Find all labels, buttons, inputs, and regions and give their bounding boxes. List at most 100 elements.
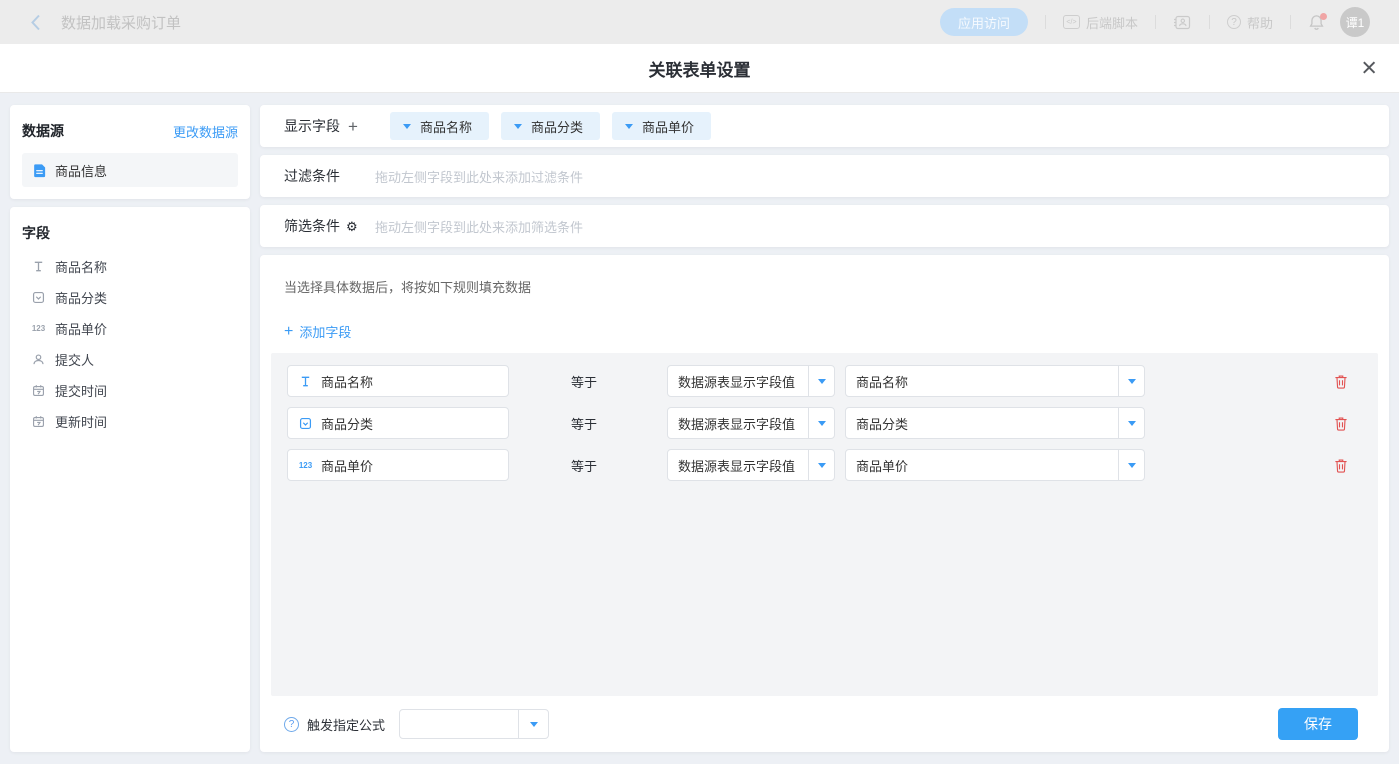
field-item-update-time[interactable]: 更新时间 — [22, 406, 238, 437]
field-item-product-name[interactable]: 商品名称 — [22, 251, 238, 282]
filter-dropzone[interactable]: 拖动左侧字段到此处来添加过滤条件 — [375, 167, 583, 186]
modal-body: 数据源 更改数据源 商品信息 字段 商品名称 — [0, 93, 1399, 764]
rule-source-select[interactable]: 数据源表显示字段值 — [667, 449, 835, 481]
display-field-tags: 商品名称 商品分类 商品单价 — [390, 112, 711, 140]
help-circle-icon[interactable]: ? — [284, 717, 299, 732]
rule-value-select[interactable]: 商品分类 — [845, 407, 1145, 439]
fields-card: 字段 商品名称 商品分类 123 商品单价 — [10, 207, 250, 752]
rule-source-select[interactable]: 数据源表显示字段值 — [667, 407, 835, 439]
datasource-item[interactable]: 商品信息 — [22, 153, 238, 187]
field-item-label: 提交时间 — [55, 381, 107, 400]
datasource-card-head: 数据源 更改数据源 — [22, 121, 238, 141]
caret-down-icon — [808, 366, 834, 396]
display-fields-label-wrap: 显示字段 + — [284, 116, 375, 136]
add-display-field-button[interactable]: + — [348, 118, 358, 135]
rule-operator: 等于 — [571, 372, 611, 391]
modal-header: 关联表单设置 × — [0, 44, 1399, 93]
display-field-tag[interactable]: 商品分类 — [501, 112, 600, 140]
backend-script-label: 后端脚本 — [1086, 13, 1138, 32]
sift-label-wrap: 筛选条件 ⚙ — [284, 216, 375, 236]
rule-value-value: 商品单价 — [846, 456, 1118, 475]
field-item-label: 更新时间 — [55, 412, 107, 431]
fields-title: 字段 — [22, 223, 238, 243]
display-fields-row: 显示字段 + 商品名称 商品分类 — [260, 105, 1389, 147]
date-icon — [31, 415, 46, 428]
rule-field-box[interactable]: 商品名称 — [287, 365, 509, 397]
contact-card-icon — [1173, 14, 1192, 31]
field-item-product-category[interactable]: 商品分类 — [22, 282, 238, 313]
caret-down-icon — [1118, 450, 1144, 480]
avatar[interactable]: 谭1 — [1340, 7, 1370, 37]
date-icon — [31, 384, 46, 397]
delete-rule-icon[interactable] — [1334, 458, 1348, 473]
rule-value-value: 商品名称 — [846, 372, 1118, 391]
divider — [1045, 15, 1046, 29]
rule-field-box[interactable]: 123 商品单价 — [287, 449, 509, 481]
user-icon — [31, 353, 46, 366]
help-button[interactable]: ? 帮助 — [1227, 13, 1273, 32]
backend-script-button[interactable]: </> 后端脚本 — [1063, 13, 1138, 32]
select-icon — [31, 291, 46, 304]
notification-dot — [1320, 13, 1327, 20]
caret-down-icon — [514, 124, 522, 129]
display-field-tag[interactable]: 商品名称 — [390, 112, 489, 140]
field-list: 商品名称 商品分类 123 商品单价 提交人 — [22, 251, 238, 437]
delete-rule-icon[interactable] — [1334, 416, 1348, 431]
close-icon[interactable]: × — [1361, 55, 1377, 82]
app-access-button[interactable]: 应用访问 — [940, 8, 1028, 36]
rule-value-value: 商品分类 — [846, 414, 1118, 433]
add-field-label: 添加字段 — [299, 322, 351, 341]
code-icon: </> — [1063, 15, 1080, 29]
save-button[interactable]: 保存 — [1278, 708, 1358, 740]
caret-down-icon — [808, 450, 834, 480]
rule-operator: 等于 — [571, 414, 611, 433]
sift-dropzone[interactable]: 拖动左侧字段到此处来添加筛选条件 — [375, 217, 583, 236]
field-item-submit-time[interactable]: 提交时间 — [22, 375, 238, 406]
rule-row: 商品分类 等于 数据源表显示字段值 商品分类 — [287, 407, 1378, 439]
trigger-formula-select[interactable] — [399, 709, 549, 739]
field-item-label: 商品单价 — [55, 319, 107, 338]
notification-bell-icon[interactable] — [1308, 14, 1325, 31]
number-icon: 123 — [298, 461, 313, 470]
divider — [1155, 15, 1156, 29]
gear-icon[interactable]: ⚙ — [346, 220, 358, 233]
sift-condition-row: 筛选条件 ⚙ 拖动左侧字段到此处来添加筛选条件 — [260, 205, 1389, 247]
add-field-button[interactable]: + 添加字段 — [284, 322, 351, 341]
contacts-button[interactable] — [1173, 14, 1192, 31]
related-form-settings-modal: 关联表单设置 × 数据源 更改数据源 商品信息 字段 — [0, 44, 1399, 764]
rule-row: 商品名称 等于 数据源表显示字段值 商品名称 — [287, 365, 1378, 397]
datasource-title: 数据源 — [22, 121, 64, 141]
display-field-tag[interactable]: 商品单价 — [612, 112, 711, 140]
back-button[interactable] — [30, 14, 41, 31]
text-icon — [31, 260, 46, 273]
filter-condition-row: 过滤条件 拖动左侧字段到此处来添加过滤条件 — [260, 155, 1389, 197]
main-panel: 显示字段 + 商品名称 商品分类 — [260, 105, 1389, 752]
rule-field-box[interactable]: 商品分类 — [287, 407, 509, 439]
caret-down-icon — [518, 710, 548, 738]
sidebar: 数据源 更改数据源 商品信息 字段 商品名称 — [10, 105, 250, 752]
caret-down-icon — [403, 124, 411, 129]
topbar-actions: 应用访问 </> 后端脚本 ? 帮助 谭1 — [940, 7, 1370, 37]
rule-value-select[interactable]: 商品名称 — [845, 365, 1145, 397]
datasource-item-label: 商品信息 — [55, 161, 107, 180]
rule-source-select[interactable]: 数据源表显示字段值 — [667, 365, 835, 397]
rule-source-value: 数据源表显示字段值 — [668, 372, 808, 391]
field-item-submitter[interactable]: 提交人 — [22, 344, 238, 375]
tag-label: 商品名称 — [420, 117, 472, 136]
field-item-product-price[interactable]: 123 商品单价 — [22, 313, 238, 344]
rule-source-value: 数据源表显示字段值 — [668, 414, 808, 433]
trigger-formula-label: 触发指定公式 — [307, 715, 385, 734]
field-item-label: 提交人 — [55, 350, 94, 369]
fill-rules-card: 当选择具体数据后，将按如下规则填充数据 + 添加字段 商品名称 等于 — [260, 255, 1389, 752]
help-label: 帮助 — [1247, 13, 1273, 32]
change-datasource-link[interactable]: 更改数据源 — [173, 122, 238, 141]
plus-icon: + — [284, 324, 293, 340]
delete-rule-icon[interactable] — [1334, 374, 1348, 389]
tag-label: 商品单价 — [642, 117, 694, 136]
caret-down-icon — [1118, 366, 1144, 396]
divider — [1209, 15, 1210, 29]
tag-label: 商品分类 — [531, 117, 583, 136]
rule-value-select[interactable]: 商品单价 — [845, 449, 1145, 481]
divider — [1290, 15, 1291, 29]
help-icon: ? — [1227, 15, 1241, 29]
